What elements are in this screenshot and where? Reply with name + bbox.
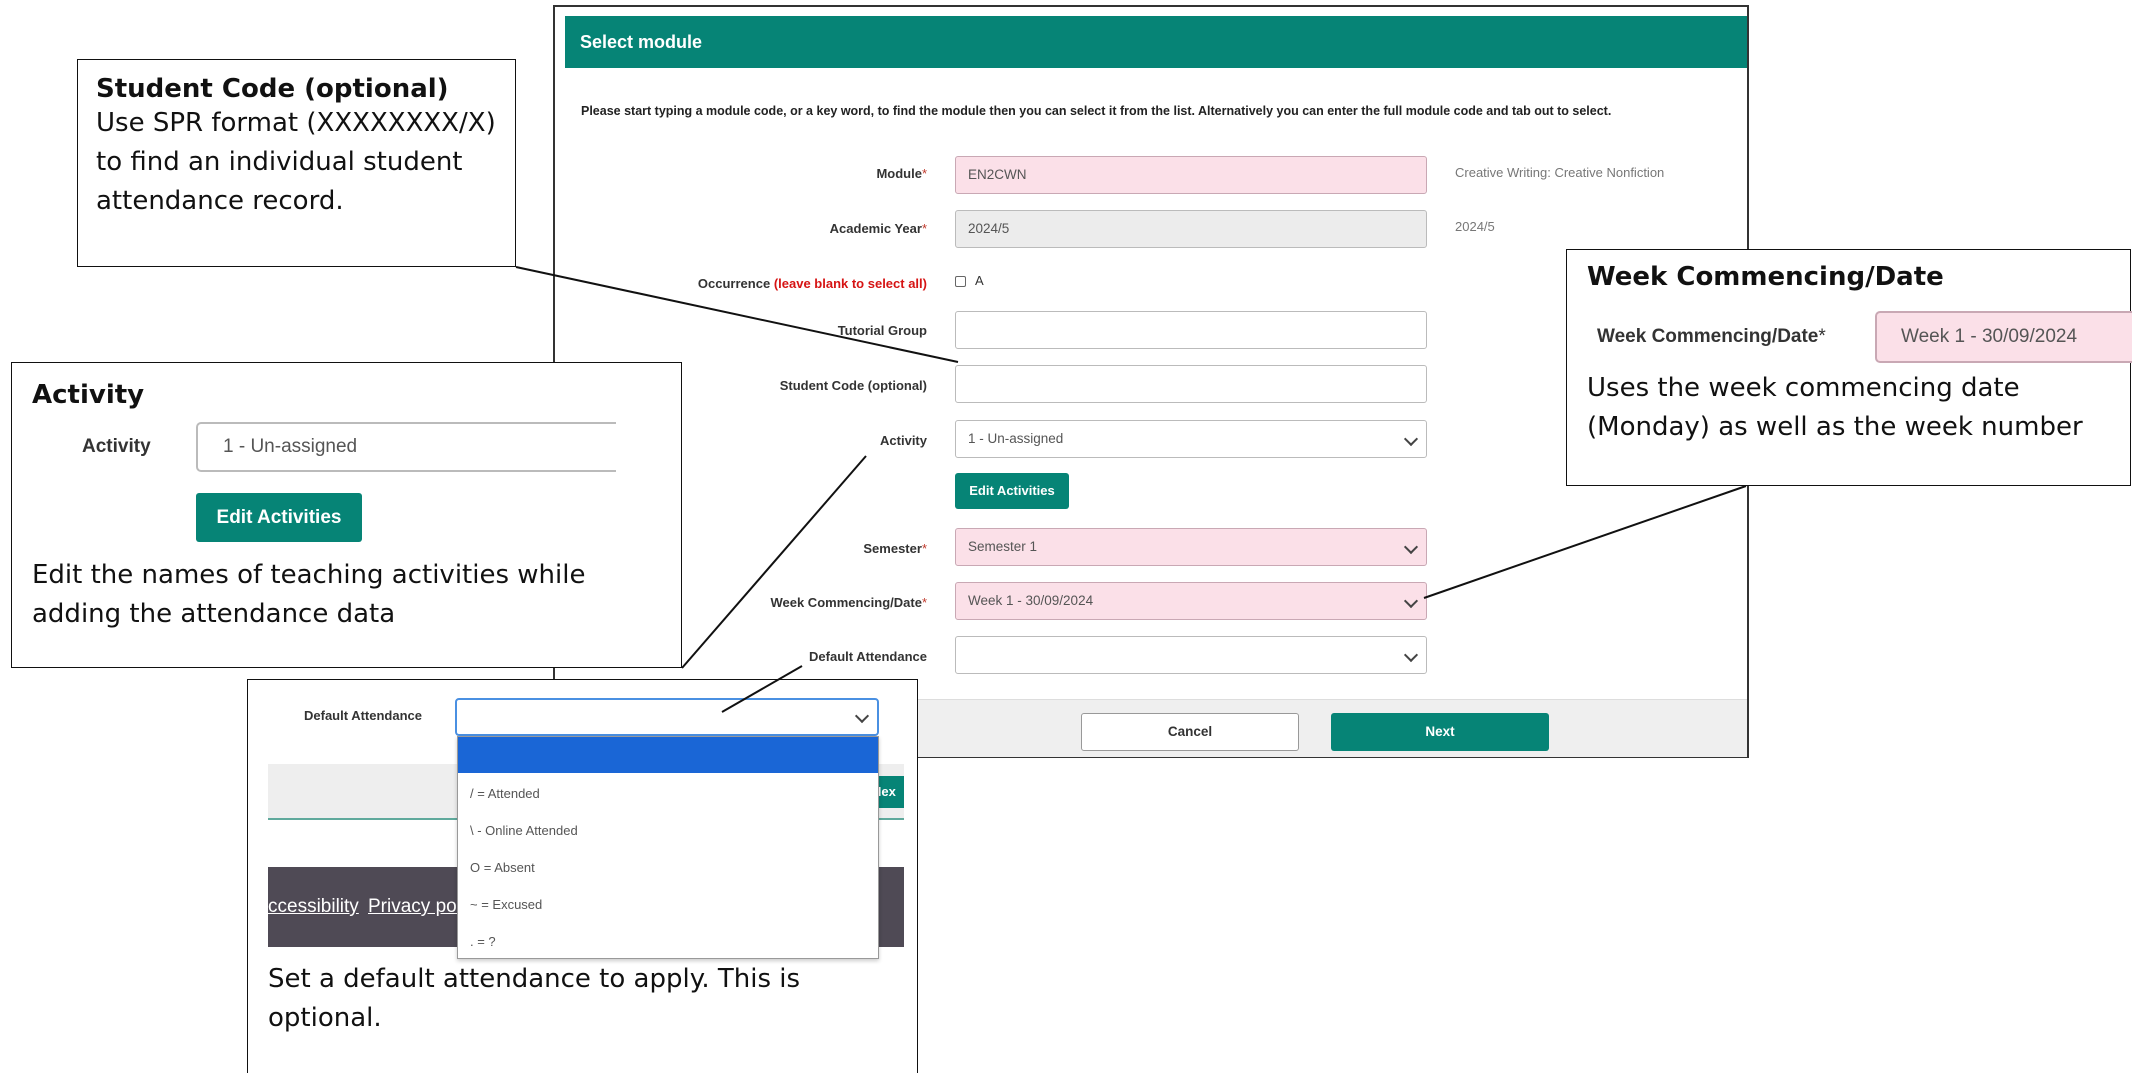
callout-text: Uses the week commencing date (Monday) a…: [1587, 369, 2083, 447]
chevron-down-icon: [1403, 539, 1419, 555]
default-attendance-label: Default Attendance: [809, 649, 927, 664]
callout-line: Use SPR format (XXXXXXXX/X): [96, 108, 496, 138]
chevron-down-icon: [854, 708, 870, 724]
default-attendance-zoom-label: Default Attendance: [304, 708, 422, 723]
edit-activities-zoom-button: Edit Activities: [196, 493, 362, 542]
activity-zoom-label: Activity: [82, 436, 151, 457]
callout-line: Edit the names of teaching activities wh…: [32, 560, 586, 590]
week-zoom-field: Week 1 - 30/09/2024: [1875, 311, 2132, 363]
occurrence-checkbox-a[interactable]: [955, 276, 966, 287]
callout-line: attendance record.: [96, 186, 344, 216]
dropdown-option-unknown[interactable]: . = ?: [458, 923, 878, 960]
dropdown-option-excused[interactable]: ~ = Excused: [458, 886, 878, 923]
callout-line: (Monday) as well as the week number: [1587, 412, 2083, 442]
callout-line: Uses the week commencing date: [1587, 373, 2020, 403]
callout-line: optional.: [268, 1003, 382, 1033]
academic-year-label: Academic Year*: [829, 221, 927, 236]
semester-select-value: Semester 1: [968, 539, 1038, 554]
callout-line: to find an individual student: [96, 147, 463, 177]
academic-year-side: 2024/5: [1455, 219, 1495, 234]
student-code-label: Student Code (optional): [779, 378, 927, 393]
default-attendance-select[interactable]: [955, 636, 1427, 674]
callout-title: Student Code (optional): [96, 74, 449, 104]
occurrence-option-label: A: [975, 273, 984, 288]
callout-default-attendance: Default Attendance Nex ccessibility Priv…: [247, 679, 918, 1073]
callout-text: Edit the names of teaching activities wh…: [32, 556, 585, 634]
cancel-button[interactable]: Cancel: [1081, 713, 1299, 751]
dialog-title: Select module: [565, 16, 1747, 68]
semester-label: Semester*: [863, 541, 927, 556]
callout-activity: Activity Activity 1 - Un-assigned Edit A…: [11, 362, 682, 668]
student-code-input[interactable]: [955, 365, 1427, 403]
chevron-down-icon: [1403, 593, 1419, 609]
next-button[interactable]: Next: [1331, 713, 1549, 751]
callout-text: Set a default attendance to apply. This …: [268, 960, 800, 1038]
dropdown-option-attended[interactable]: / = Attended: [458, 775, 878, 812]
chevron-down-icon: [1403, 431, 1419, 447]
week-commencing-label: Week Commencing/Date*: [770, 595, 927, 610]
activity-label: Activity: [880, 433, 927, 448]
tutorial-group-label: Tutorial Group: [837, 323, 927, 338]
week-commencing-select[interactable]: Week 1 - 30/09/2024: [955, 582, 1427, 620]
privacy-link: Privacy poli: [368, 896, 466, 917]
instructions-text: Please start typing a module code, or a …: [581, 104, 1612, 118]
default-attendance-zoom-select[interactable]: [455, 698, 879, 736]
activity-select-value: 1 - Un-assigned: [968, 431, 1064, 446]
module-description: Creative Writing: Creative Nonfiction: [1455, 165, 1665, 180]
module-input[interactable]: EN2CWN: [955, 156, 1427, 194]
occurrence-label: Occurrence (leave blank to select all): [697, 276, 927, 291]
dropdown-option-absent[interactable]: O = Absent: [458, 849, 878, 886]
week-zoom-label: Week Commencing/Date*: [1597, 326, 1826, 347]
academic-year-field: 2024/5: [955, 210, 1427, 248]
accessibility-link: ccessibility: [268, 896, 359, 917]
callout-line: adding the attendance data: [32, 599, 396, 629]
semester-select[interactable]: Semester 1: [955, 528, 1427, 566]
callout-line: Set a default attendance to apply. This …: [268, 964, 801, 994]
week-commencing-value: Week 1 - 30/09/2024: [968, 593, 1094, 608]
activity-select[interactable]: 1 - Un-assigned: [955, 420, 1427, 458]
default-attendance-dropdown: / = Attended \ - Online Attended O = Abs…: [457, 736, 879, 959]
callout-student-code: Student Code (optional) Use SPR format (…: [77, 59, 516, 267]
callout-title: Activity: [32, 380, 145, 410]
dropdown-option-online-attended[interactable]: \ - Online Attended: [458, 812, 878, 849]
chevron-down-icon: [1403, 647, 1419, 663]
module-label: Module*: [876, 166, 927, 181]
activity-zoom-field: 1 - Un-assigned: [196, 422, 616, 472]
tutorial-group-input[interactable]: [955, 311, 1427, 349]
dropdown-option-blank[interactable]: [458, 737, 878, 773]
callout-title: Week Commencing/Date: [1587, 262, 1944, 292]
edit-activities-button[interactable]: Edit Activities: [955, 473, 1069, 509]
callout-week-commencing: Week Commencing/Date Week Commencing/Dat…: [1566, 249, 2132, 486]
